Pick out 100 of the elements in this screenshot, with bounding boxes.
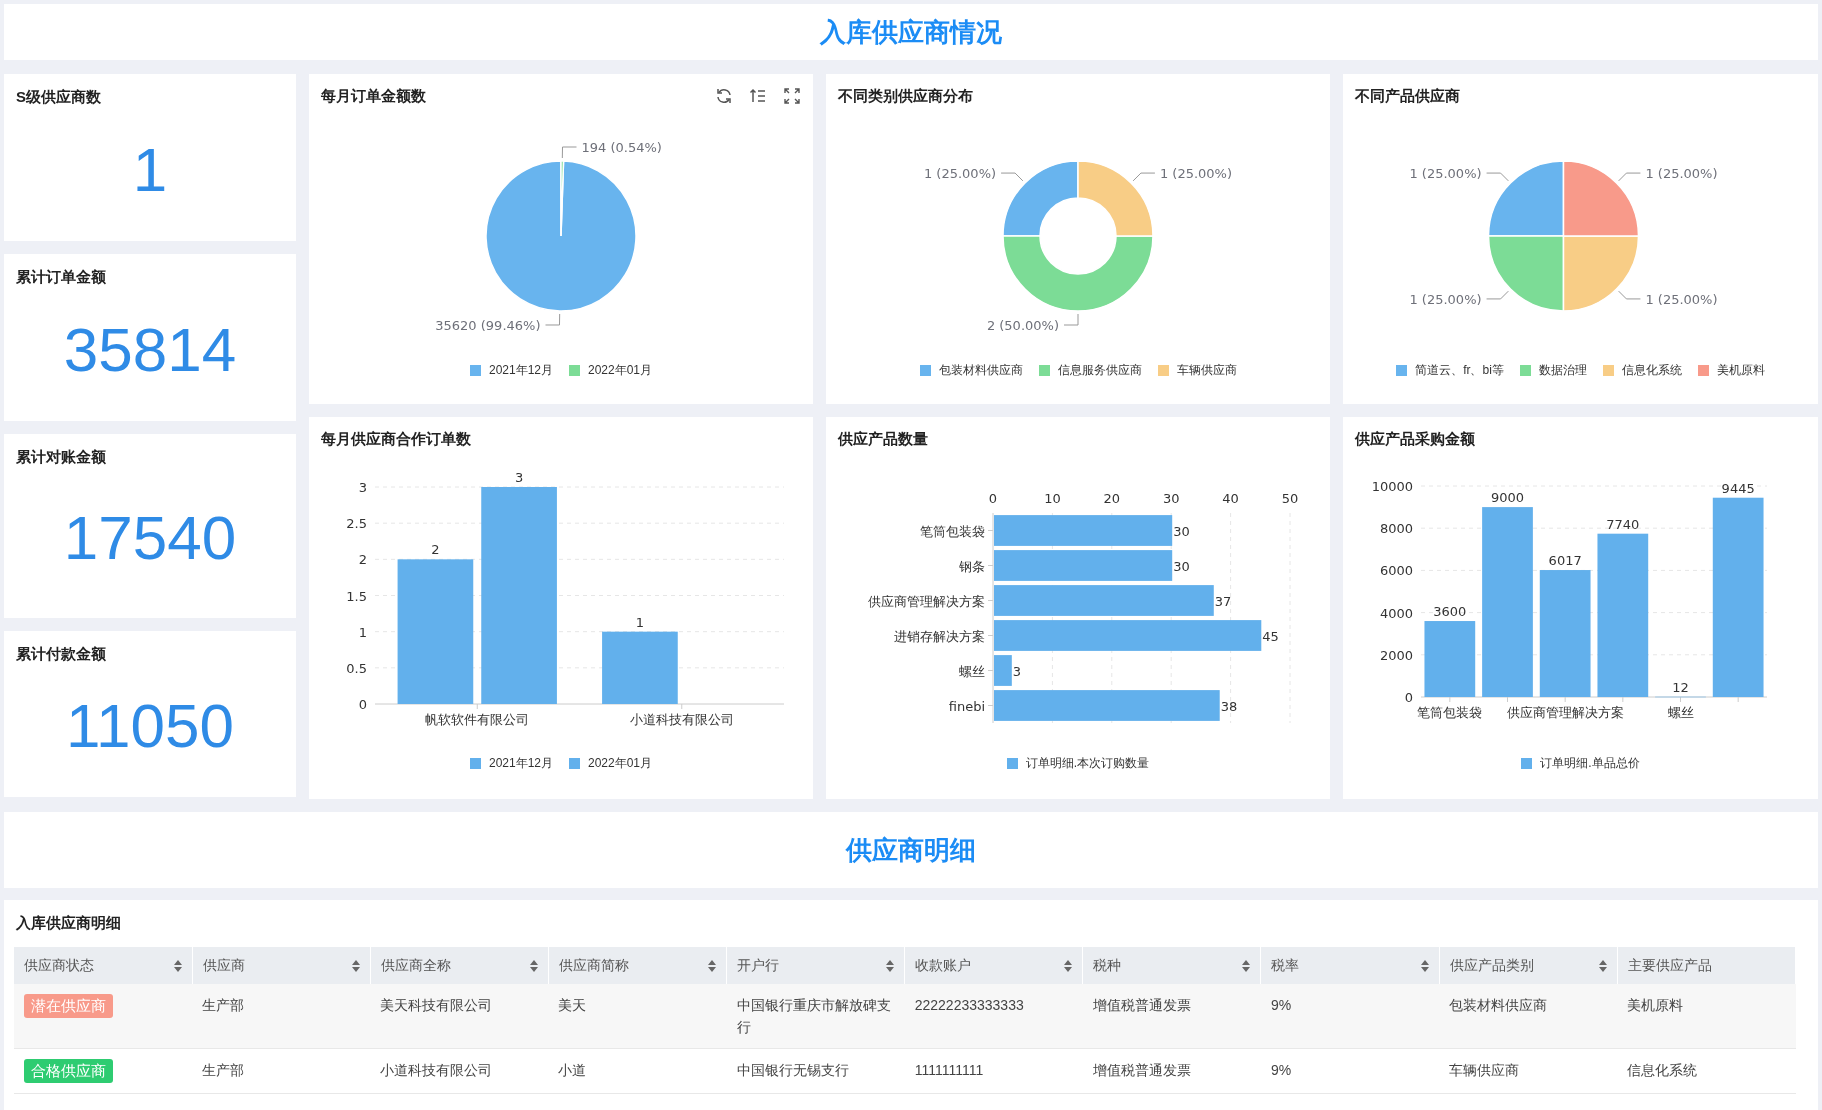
category-label: 螺丝 bbox=[959, 663, 985, 679]
bar-value-label: 6017 bbox=[1548, 553, 1582, 569]
table-cell: 美天 bbox=[548, 984, 727, 1049]
axis-tick-label: 20 bbox=[1103, 491, 1121, 506]
legend-label: 包装材料供应商 bbox=[938, 362, 1023, 379]
table-cell: 9% bbox=[1261, 1048, 1440, 1094]
refresh-icon[interactable] bbox=[715, 87, 733, 105]
axis-tick-label: 6000 bbox=[1379, 563, 1413, 579]
table-cell: 美天科技有限公司 bbox=[370, 984, 549, 1049]
legend-label: 2021年12月 bbox=[488, 755, 553, 772]
status-badge: 合格供应商 bbox=[24, 1059, 113, 1083]
kpi-label: S级供应商数 bbox=[15, 87, 102, 107]
axis-tick-label: 1 bbox=[358, 624, 367, 640]
leader-line bbox=[1000, 172, 1024, 182]
bar-value-label: 37 bbox=[1214, 593, 1232, 609]
sort-icon[interactable] bbox=[1598, 959, 1607, 972]
axis-tick-label: 2 bbox=[358, 552, 367, 568]
status-badge: 潜在供应商 bbox=[24, 994, 113, 1018]
column-header-label: 供应商全称 bbox=[380, 956, 451, 975]
leader-line bbox=[561, 146, 577, 159]
slice-label: 194 (0.54%) bbox=[581, 140, 662, 155]
sort-list-icon[interactable] bbox=[749, 87, 767, 105]
legend-label: 2022年01月 bbox=[588, 362, 653, 379]
sort-icon[interactable] bbox=[886, 959, 895, 972]
legend-label: 订单明细.本次订购数量 bbox=[1025, 755, 1150, 772]
legend-swatch bbox=[1602, 365, 1614, 376]
table-cell: 车辆供应商 bbox=[1439, 1048, 1618, 1094]
sort-icon[interactable] bbox=[173, 959, 182, 972]
table-cell: 9% bbox=[1261, 984, 1440, 1049]
slice-label: 1 (25.00%) bbox=[1645, 291, 1718, 307]
legend-label: 2022年01月 bbox=[588, 755, 653, 772]
sort-icon[interactable] bbox=[1242, 959, 1251, 972]
column-header-label: 供应商简称 bbox=[558, 956, 629, 975]
sort-icon[interactable] bbox=[351, 959, 360, 972]
column-header-label: 收款账户 bbox=[915, 956, 972, 975]
table-cell: 美机原料 bbox=[1617, 984, 1796, 1049]
kpi-label: 累计订单金额 bbox=[15, 267, 107, 287]
leader-line bbox=[545, 313, 561, 326]
slice-label: 1 (25.00%) bbox=[923, 166, 997, 182]
kpi-value: 35814 bbox=[62, 313, 238, 386]
bar-value-label: 9000 bbox=[1490, 490, 1525, 506]
legend-swatch bbox=[1006, 758, 1018, 769]
axis-tick-label: 0 bbox=[1404, 690, 1413, 705]
legend-swatch bbox=[469, 758, 481, 769]
column-header-label: 税种 bbox=[1093, 956, 1122, 975]
legend-swatch bbox=[1697, 365, 1709, 376]
sort-icon[interactable] bbox=[529, 959, 538, 972]
sort-icon[interactable] bbox=[1064, 959, 1073, 972]
bar-value-label: 30 bbox=[1173, 523, 1190, 539]
legend-label: 简道云、fr、bi等 bbox=[1415, 362, 1504, 379]
column-header-label: 主要供应产品 bbox=[1627, 956, 1712, 975]
table-cell: 小道科技有限公司 bbox=[370, 1048, 549, 1094]
bar-value-label: 1 bbox=[635, 614, 645, 630]
bar-value-label: 3 bbox=[514, 470, 524, 485]
sort-icon[interactable] bbox=[1420, 959, 1429, 972]
legend-label: 2021年12月 bbox=[488, 362, 553, 379]
category-label: 供应商管理解决方案 bbox=[868, 593, 985, 609]
slice-label: 1 (25.00%) bbox=[1409, 166, 1482, 182]
chart-title: 供应产品数量 bbox=[838, 429, 928, 449]
column-header-label: 供应商 bbox=[202, 956, 245, 975]
axis-tick-label: 10000 bbox=[1371, 479, 1413, 494]
slice-label: 1 (25.00%) bbox=[1159, 166, 1233, 182]
table-title: 入库供应商明细 bbox=[16, 914, 122, 933]
category-label: 钢条 bbox=[959, 558, 985, 574]
kpi-label: 累计对账金额 bbox=[15, 447, 107, 467]
bar-value-label: 30 bbox=[1173, 558, 1190, 574]
table-cell: 中国银行重庆市解放碑支行 bbox=[726, 984, 905, 1049]
legend-label: 订单明细.单品总价 bbox=[1540, 755, 1640, 772]
legend-swatch bbox=[1038, 365, 1050, 376]
category-label: 帆软软件有限公司 bbox=[425, 712, 530, 727]
legend-label: 信息化系统 bbox=[1621, 362, 1682, 379]
axis-tick-label: 50 bbox=[1281, 491, 1299, 506]
dashboard-title: 入库供应商情况 bbox=[820, 15, 1002, 49]
table-cell: 小道 bbox=[548, 1048, 727, 1094]
axis-tick-label: 0.5 bbox=[346, 660, 367, 676]
fullscreen-icon[interactable] bbox=[783, 87, 801, 105]
leader-line bbox=[1486, 290, 1509, 300]
axis-tick-label: 0 bbox=[988, 491, 998, 506]
sort-icon[interactable] bbox=[708, 959, 717, 972]
leader-line bbox=[1132, 172, 1156, 182]
chart-title: 每月供应商合作订单数 bbox=[321, 429, 471, 449]
table-cell: 生产部 bbox=[192, 984, 371, 1049]
legend-swatch bbox=[569, 758, 580, 769]
category-label: finebi bbox=[948, 698, 985, 714]
table-cell: 增值税普通发票 bbox=[1082, 984, 1261, 1049]
slice-label: 35620 (99.46%) bbox=[435, 318, 541, 333]
legend-swatch bbox=[469, 365, 481, 376]
chart-title: 每月订单金额数 bbox=[321, 86, 426, 106]
axis-tick-label: 0 bbox=[358, 697, 367, 712]
table-cell: 22222233333333 bbox=[904, 984, 1083, 1049]
axis-tick-label: 3 bbox=[358, 480, 367, 495]
table-cell: 包装材料供应商 bbox=[1439, 984, 1618, 1049]
table-cell: 1111111111 bbox=[904, 1048, 1083, 1094]
legend-label: 车辆供应商 bbox=[1176, 362, 1237, 379]
kpi-label: 累计付款金额 bbox=[15, 644, 107, 664]
table-cell: 生产部 bbox=[192, 1048, 371, 1094]
column-header-label: 供应商状态 bbox=[24, 956, 94, 975]
legend-label: 数据治理 bbox=[1538, 362, 1587, 379]
legend-swatch bbox=[569, 365, 580, 376]
bar-value-label: 7740 bbox=[1606, 516, 1640, 532]
